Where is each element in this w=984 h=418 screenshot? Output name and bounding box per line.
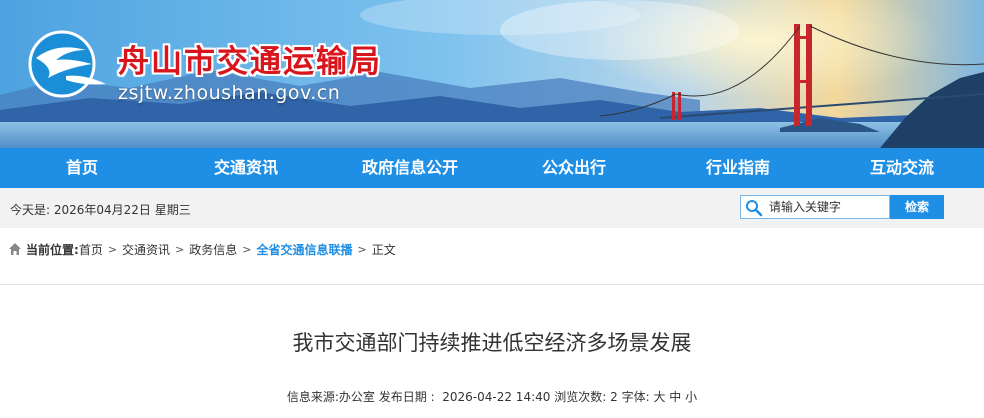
breadcrumb-current: 正文 <box>371 242 396 257</box>
font-size-medium[interactable]: 中 <box>669 390 681 404</box>
breadcrumb: 当前位置: 首页 > 交通资讯 > 政务信息 > 全省交通信息联播 > 正文 <box>0 228 984 270</box>
breadcrumb-separator: > <box>175 242 185 256</box>
search-icon <box>746 200 763 217</box>
article-title: 我市交通部门持续推进低空经济多场景发展 <box>292 331 692 355</box>
font-size-label: 字体: <box>621 390 650 404</box>
font-size-large[interactable]: 大 <box>653 390 665 404</box>
breadcrumb-separator: > <box>242 242 252 256</box>
today-date: 今天是: 2026年04月22日 星期三 <box>10 203 191 217</box>
nav-item-public-travel[interactable]: 公众出行 <box>492 148 656 188</box>
source-label: 信息来源: <box>286 390 339 404</box>
nav-item-industry-guide[interactable]: 行业指南 <box>656 148 820 188</box>
breadcrumb-home[interactable]: 首页 <box>79 241 103 258</box>
breadcrumb-separator: > <box>107 242 118 256</box>
date-value: 2026-04-22 14:40 <box>442 390 551 404</box>
search-input[interactable] <box>769 198 887 216</box>
views-value: 2 <box>610 390 618 404</box>
nav-item-home[interactable]: 首页 <box>0 148 164 188</box>
home-icon <box>9 243 21 255</box>
date-label: 发布日期 : <box>378 390 435 404</box>
breadcrumb-label: 当前位置: <box>26 242 79 257</box>
main-nav: 首页 交通资讯 政府信息公开 公众出行 行业指南 互动交流 <box>0 148 984 188</box>
breadcrumb-provincial-broadcast[interactable]: 全省交通信息联播 <box>257 241 353 258</box>
breadcrumb-transport-news[interactable]: 交通资讯 <box>122 241 170 258</box>
nav-item-interaction[interactable]: 互动交流 <box>820 148 984 188</box>
article-meta: 信息来源:办公室 发布日期 : 2026-04-22 14:40 浏览次数: 2… <box>0 388 984 405</box>
site-title: 舟山市交通运输局 <box>118 44 382 80</box>
breadcrumb-gov-affairs[interactable]: 政务信息 <box>189 241 237 258</box>
font-size-small[interactable]: 小 <box>685 390 697 404</box>
breadcrumb-separator: > <box>357 242 367 256</box>
views-label: 浏览次数: <box>554 390 607 404</box>
search-button[interactable]: 检索 <box>890 195 944 219</box>
source-value: 办公室 <box>338 390 375 404</box>
zhoushan-transport-logo <box>28 30 106 98</box>
nav-item-transport-news[interactable]: 交通资讯 <box>164 148 328 188</box>
search-box <box>740 195 890 219</box>
content-divider <box>0 284 984 285</box>
header-banner: 舟山市交通运输局 zsjtw.zhoushan.gov.cn <box>0 0 984 148</box>
nav-item-gov-info-disclosure[interactable]: 政府信息公开 <box>328 148 492 188</box>
site-domain: zsjtw.zhoushan.gov.cn <box>118 82 341 104</box>
